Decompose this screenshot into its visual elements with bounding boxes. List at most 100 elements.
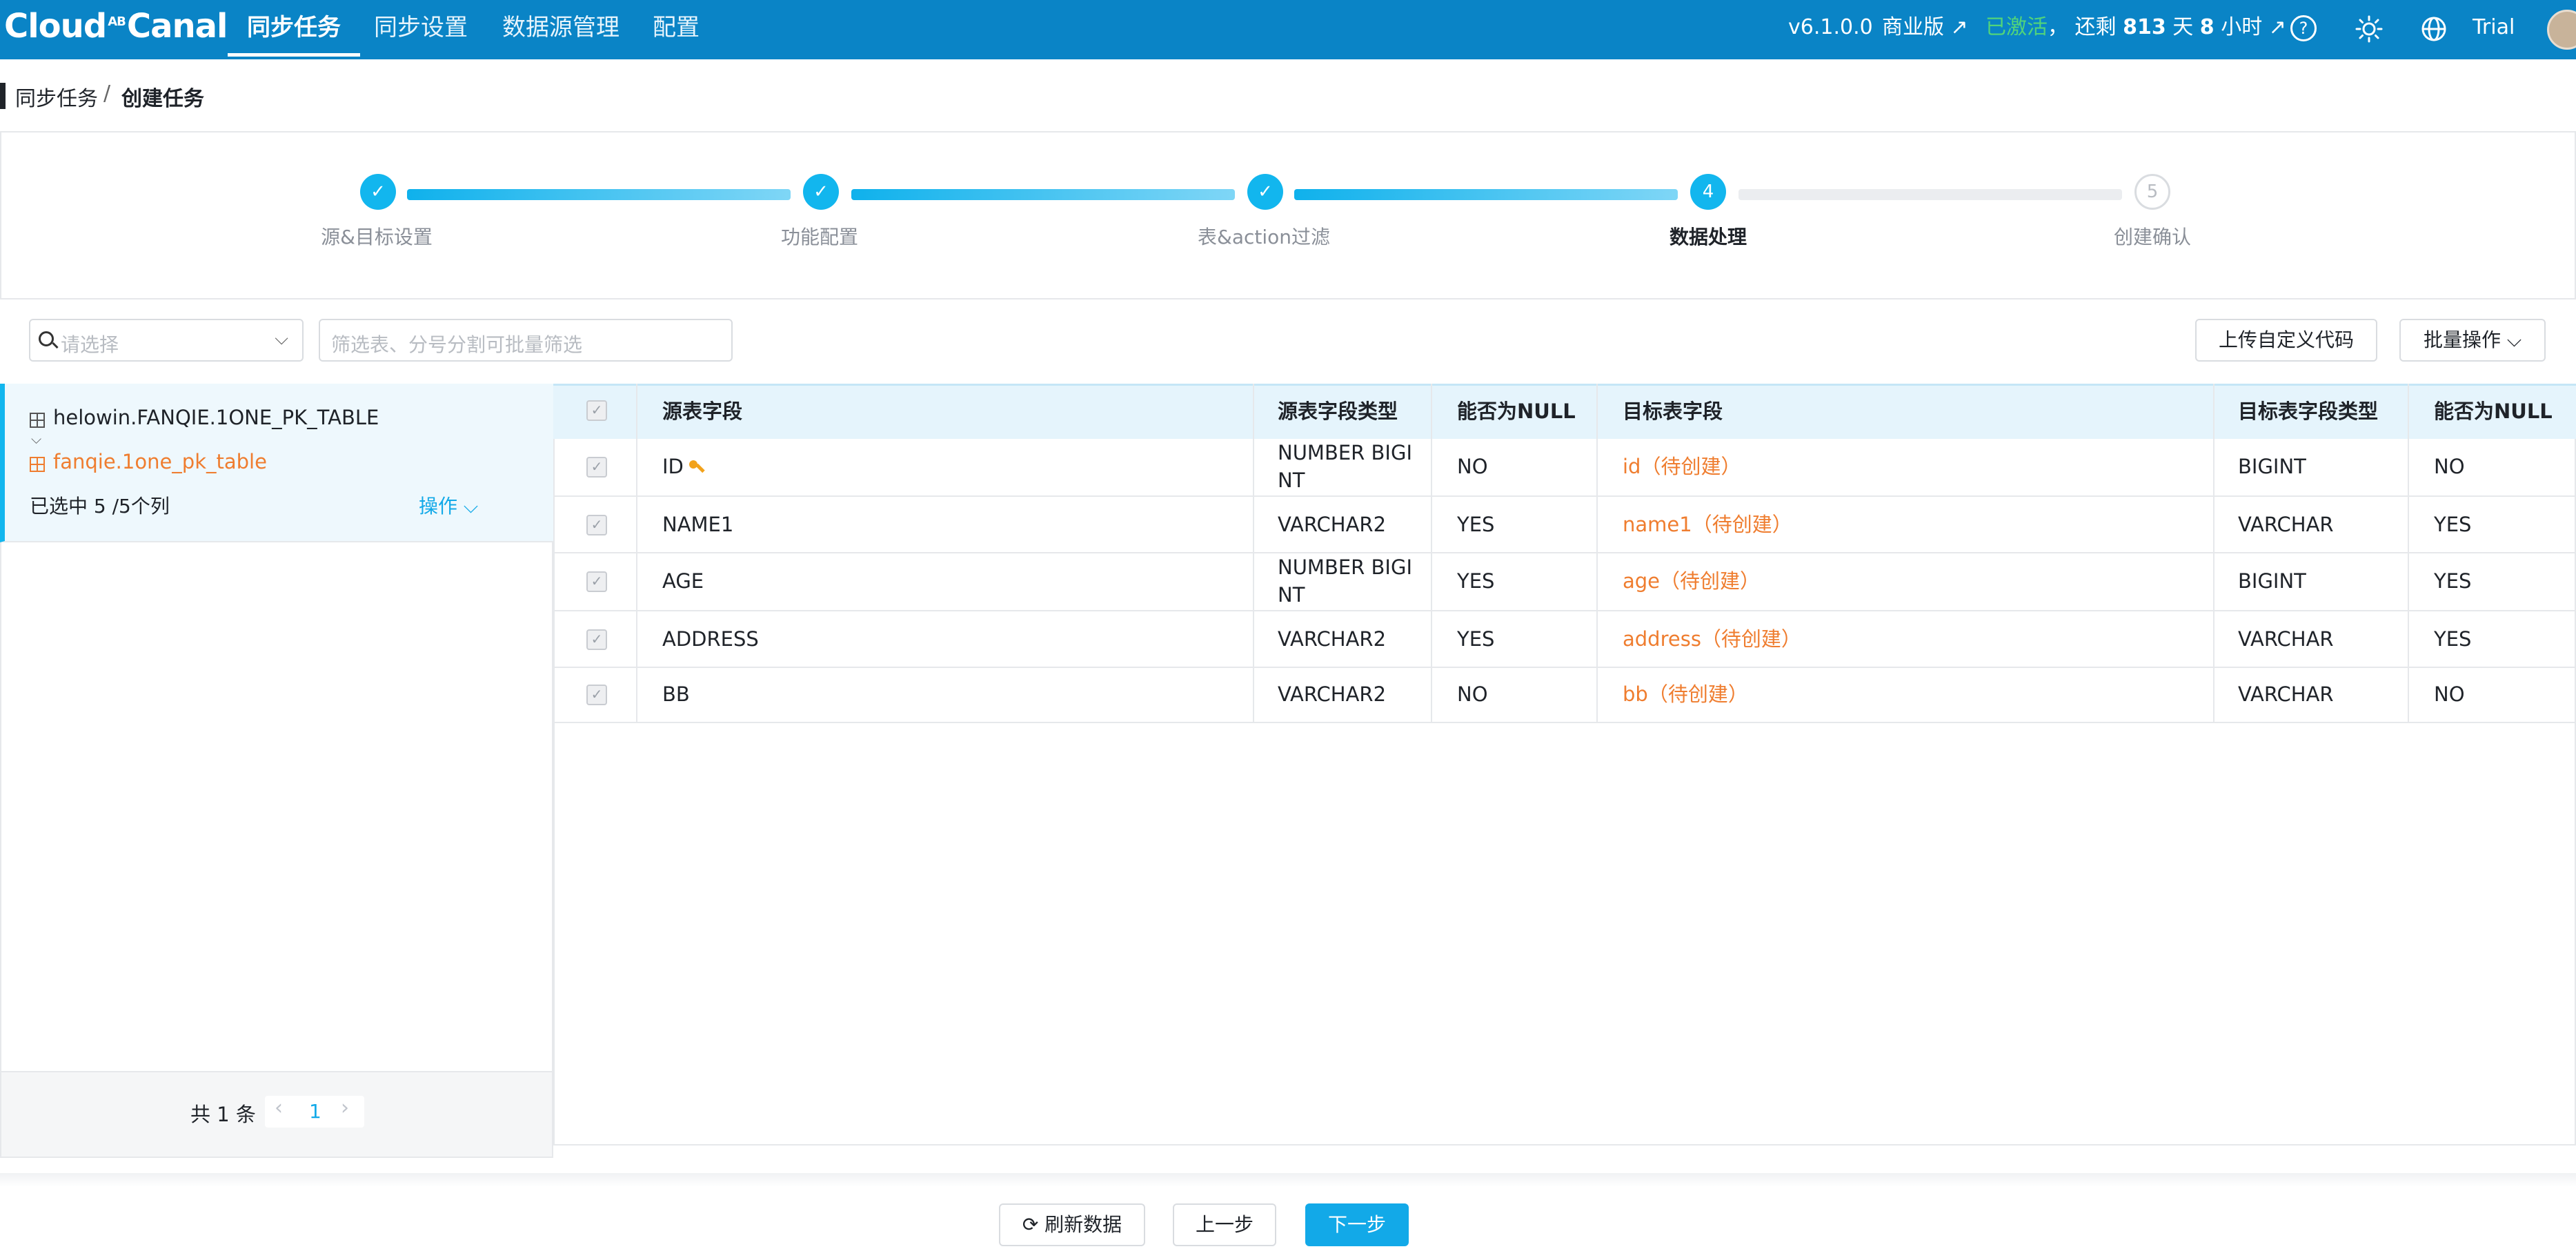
source-type-wrap: NT — [1278, 469, 1305, 492]
wizard-steps — [0, 131, 2576, 299]
breadcrumb-parent[interactable]: 同步任务 — [15, 81, 98, 112]
license-status: 已激活， 还剩 813 天 8 小时 ↗ — [1985, 0, 2286, 59]
batch-operations-button[interactable]: 批量操作 ⌵ — [2399, 319, 2546, 362]
source-type-wrap: NT — [1278, 583, 1305, 607]
source-field-name: ID — [662, 455, 684, 478]
remaining-prefix: ， 还剩 — [2048, 15, 2123, 39]
table-list-item[interactable]: helowin.FANQIE.1ONE_PK_TABLE ⌵ fanqie.1o… — [0, 384, 553, 542]
primary-key-icon — [688, 460, 704, 475]
source-field: AGE — [662, 569, 704, 593]
table-select[interactable]: 请选择 ⌵ — [29, 319, 304, 362]
upload-custom-code-button[interactable]: 上传自定义代码 — [2195, 319, 2377, 362]
select-placeholder: 请选择 — [61, 333, 119, 356]
table-filter-input[interactable]: 筛选表、分号分割可批量筛选 — [319, 319, 733, 362]
nav-config[interactable]: 配置 — [653, 0, 700, 59]
header-source-type: 源表字段类型 — [1278, 400, 1398, 423]
target-table-name[interactable]: fanqie.1one_pk_table — [53, 450, 267, 473]
step-4-label: 数据处理 — [1669, 226, 1747, 248]
target-nullable: YES — [2434, 569, 2472, 593]
search-icon — [39, 331, 54, 346]
page-number[interactable]: 1 — [309, 1100, 321, 1123]
source-table-name: helowin.FANQIE.1ONE_PK_TABLE — [53, 406, 379, 429]
expand-icon[interactable]: ⌵ — [31, 431, 41, 447]
row-checkbox[interactable]: ✓ — [586, 685, 607, 705]
total-count: 共 1 条 — [190, 1103, 256, 1126]
target-type: BIGINT — [2238, 569, 2306, 593]
remaining-hours: 8 — [2199, 15, 2215, 39]
selected-columns-count: 已选中 5 /5个列 — [30, 495, 170, 518]
breadcrumb-current: 创建任务 — [121, 87, 204, 111]
pagination-bar: 共 1 条 ‹ 1 › — [0, 1071, 553, 1158]
row-divider — [553, 495, 2576, 497]
source-nullable: YES — [1457, 627, 1495, 651]
theme-toggle-icon[interactable] — [2354, 14, 2384, 44]
step-3-connector — [1294, 189, 1678, 200]
version-label: v6.1.0.0 — [1788, 15, 1873, 39]
step-2-connector — [851, 189, 1235, 200]
source-field: ADDRESS — [662, 627, 759, 651]
step-3-label: 表&action过滤 — [1197, 226, 1331, 248]
logo-text-tail: Canal — [126, 7, 228, 46]
select-all-checkbox[interactable]: ✓ — [586, 400, 607, 421]
step-1-check-icon: ✓ — [360, 174, 396, 210]
refresh-data-button[interactable]: ⟳ 刷新数据 — [999, 1203, 1145, 1246]
step-1-connector — [407, 189, 791, 200]
target-field[interactable]: name1（待创建） — [1623, 511, 1792, 538]
source-field: BB — [662, 682, 690, 706]
prev-page-button[interactable]: ‹ — [275, 1096, 283, 1120]
target-type: VARCHAR — [2238, 682, 2334, 706]
row-divider — [553, 552, 2576, 553]
row-checkbox[interactable]: ✓ — [586, 515, 607, 535]
step-3-check-icon: ✓ — [1247, 174, 1283, 210]
nav-sync-tasks[interactable]: 同步任务 — [228, 0, 360, 59]
target-nullable: NO — [2434, 682, 2465, 706]
target-field[interactable]: address（待创建） — [1623, 625, 1801, 653]
source-nullable: NO — [1457, 455, 1488, 478]
step-1-label: 源&目标设置 — [321, 226, 433, 248]
header-target-type: 目标表字段类型 — [2238, 400, 2379, 423]
row-checkbox[interactable]: ✓ — [586, 629, 607, 650]
target-field[interactable]: age（待创建） — [1623, 567, 1760, 595]
footer-divider — [0, 1173, 2576, 1187]
operation-dropdown[interactable]: 操作 ⌵ — [419, 491, 478, 519]
help-icon[interactable]: ? — [2290, 15, 2317, 41]
row-divider — [553, 610, 2576, 611]
breadcrumb-marker — [0, 83, 6, 109]
next-page-button[interactable]: › — [341, 1096, 349, 1120]
target-field[interactable]: bb（待创建） — [1623, 680, 1748, 708]
remaining-days: 813 — [2123, 15, 2166, 39]
row-checkbox[interactable]: ✓ — [586, 571, 607, 592]
target-field[interactable]: id（待创建） — [1623, 453, 1741, 480]
row-checkbox[interactable]: ✓ — [586, 457, 607, 478]
target-nullable: NO — [2434, 455, 2465, 478]
edition-link[interactable]: 商业版 ↗ — [1882, 0, 1968, 59]
source-type: VARCHAR2 — [1278, 513, 1387, 536]
source-type: VARCHAR2 — [1278, 627, 1387, 651]
activated-status: 已激活 — [1985, 15, 2048, 39]
language-globe-icon[interactable] — [2420, 15, 2448, 43]
source-type: NUMBER BIGI — [1278, 555, 1412, 579]
row-divider — [553, 667, 2576, 668]
step-2-label: 功能配置 — [780, 226, 859, 248]
nav-sync-settings[interactable]: 同步设置 — [374, 0, 468, 59]
target-nullable: YES — [2434, 627, 2472, 651]
cloudcanal-logo[interactable]: Cloud ABCanal — [4, 7, 228, 46]
target-type: VARCHAR — [2238, 513, 2334, 536]
source-type: NUMBER BIGI — [1278, 441, 1412, 464]
nav-datasource-management[interactable]: 数据源管理 — [502, 0, 620, 59]
next-step-button[interactable]: 下一步 — [1305, 1203, 1409, 1246]
avatar[interactable] — [2547, 10, 2576, 50]
header-target-nullable: 能否为NULL — [2434, 400, 2553, 423]
column-mapping-table — [553, 384, 2576, 1145]
breadcrumb-separator: / — [103, 81, 111, 106]
user-name[interactable]: Trial — [2473, 0, 2515, 59]
step-4-connector — [1738, 189, 2122, 200]
target-type: VARCHAR — [2238, 627, 2334, 651]
header-source-nullable: 能否为NULL — [1457, 400, 1576, 423]
hours-unit-link[interactable]: 小时 ↗ — [2215, 15, 2286, 39]
source-type: VARCHAR2 — [1278, 682, 1387, 706]
source-nullable: NO — [1457, 682, 1488, 706]
days-unit: 天 — [2166, 15, 2200, 39]
previous-step-button[interactable]: 上一步 — [1173, 1203, 1276, 1246]
chevron-down-icon: ⌵ — [275, 328, 288, 349]
